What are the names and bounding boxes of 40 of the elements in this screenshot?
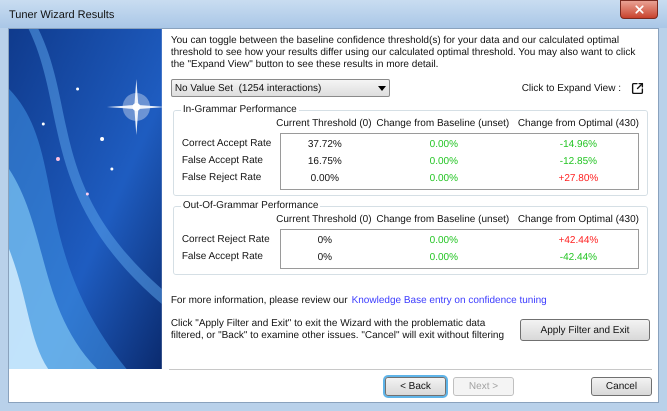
row-label: Correct Reject Rate <box>182 233 271 247</box>
table-cell-text: -14.96% <box>560 138 598 152</box>
table-cell-text: 37.72% <box>308 138 342 152</box>
nav-button[interactable]: < Back <box>385 376 446 396</box>
window-title: Tuner Wizard Results <box>9 8 114 23</box>
table-cell-text: 0% <box>318 234 332 248</box>
row-label: False Accept Rate <box>182 154 264 168</box>
table-cell-text: 0% <box>318 251 332 265</box>
table-cell-text: -42.44% <box>560 251 598 265</box>
apply-filter-button[interactable]: Apply Filter and Exit <box>520 319 650 341</box>
column-header: Current Threshold (0) <box>276 214 372 226</box>
column-header: Change from Baseline (unset) <box>376 118 510 130</box>
cancel-button[interactable]: Cancel <box>591 376 652 396</box>
row-label: Correct Accept Rate <box>182 137 272 151</box>
dropdown-caret-icon <box>378 86 386 90</box>
table-cell-text: 0.00% <box>430 234 458 248</box>
external-link-icon[interactable] <box>631 82 644 94</box>
column-header: Current Threshold (0) <box>276 118 372 130</box>
table-cell-text: +27.80% <box>558 172 598 186</box>
apply-note: Click "Apply Filter and Exit" to exit the Wizard with the problematic data filtered, or "Back" to examine other issues. "Cancel" will exit without filtering <box>170 318 506 342</box>
info-text: For more information, please review our <box>170 294 348 308</box>
table-cell-text: 16.75% <box>308 155 342 169</box>
row-label: False Reject Rate <box>182 171 262 185</box>
expand-label: Click to Expand View : <box>522 82 621 96</box>
threshold-dropdown[interactable]: No Value Set (1254 interactions) <box>170 79 390 97</box>
table-cell-text: 0.00% <box>430 138 458 152</box>
table-cell-text: 0.00% <box>310 172 339 186</box>
table-cell-text: +42.44% <box>558 234 598 248</box>
column-header: Change from Optimal (430) <box>518 214 639 226</box>
column-header: Change from Baseline (unset) <box>376 214 510 226</box>
column-header: Change from Optimal (430) <box>518 118 639 130</box>
knowledge-base-link[interactable]: Knowledge Base entry on confidence tuning <box>352 293 547 308</box>
row-label: False Accept Rate <box>182 250 264 264</box>
table-cell-text: 0.00% <box>430 155 458 169</box>
intro-text: You can toggle between the baseline confidence threshold(s) for your data and our calculated optimal threshold to see how your results differ using our calculated optimal threshold. You may also want to click the "Expand View" button to see these results in more detail. <box>170 35 636 71</box>
close-icon <box>632 3 646 16</box>
table-cell-text: -12.85% <box>560 155 598 169</box>
close-button[interactable] <box>620 0 658 19</box>
table-cell-text: 0.00% <box>430 251 458 265</box>
table-cell-text: 0.00% <box>430 172 458 186</box>
